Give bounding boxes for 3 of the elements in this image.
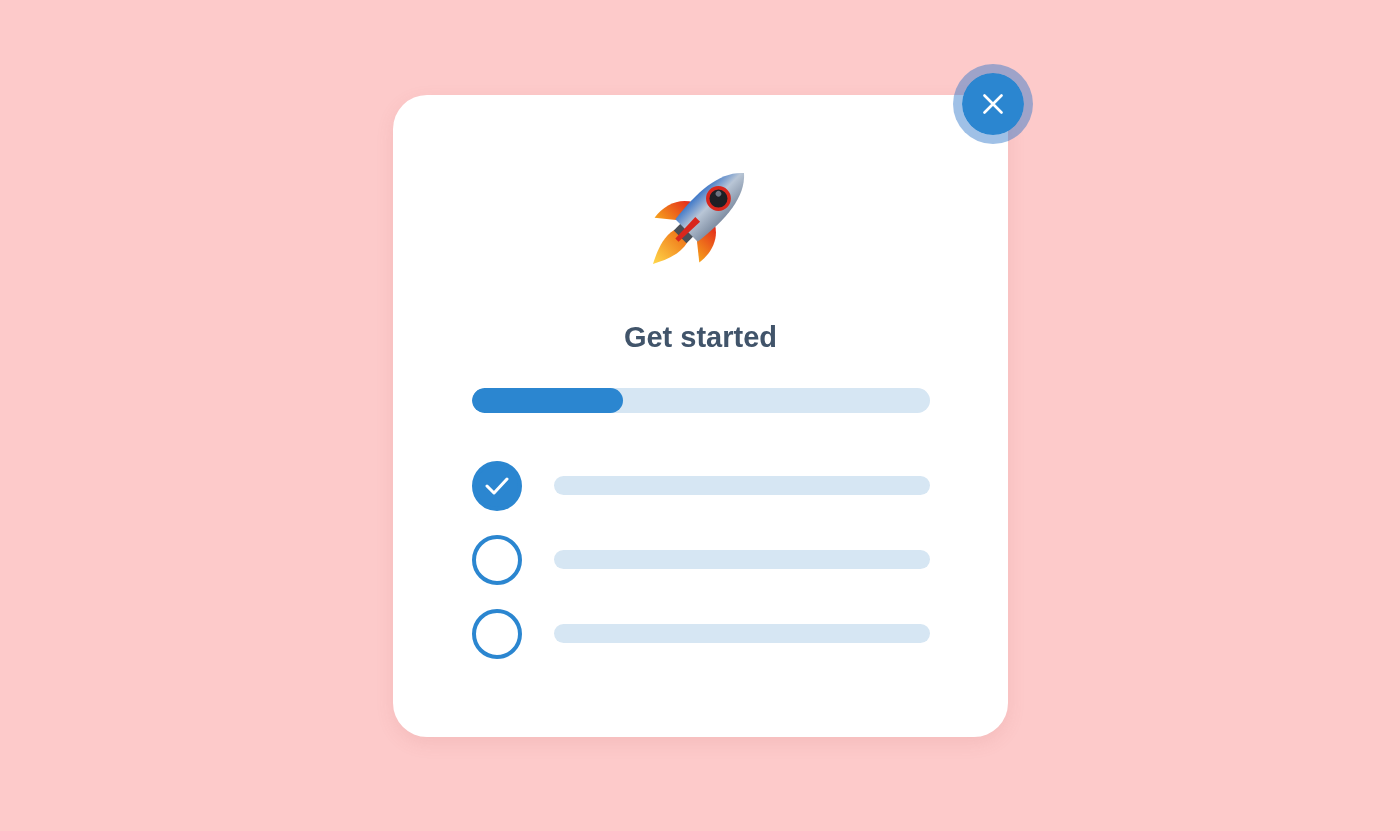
dialog-title: Get started (623, 319, 778, 355)
close-icon (982, 93, 1003, 114)
check-icon (484, 476, 509, 495)
